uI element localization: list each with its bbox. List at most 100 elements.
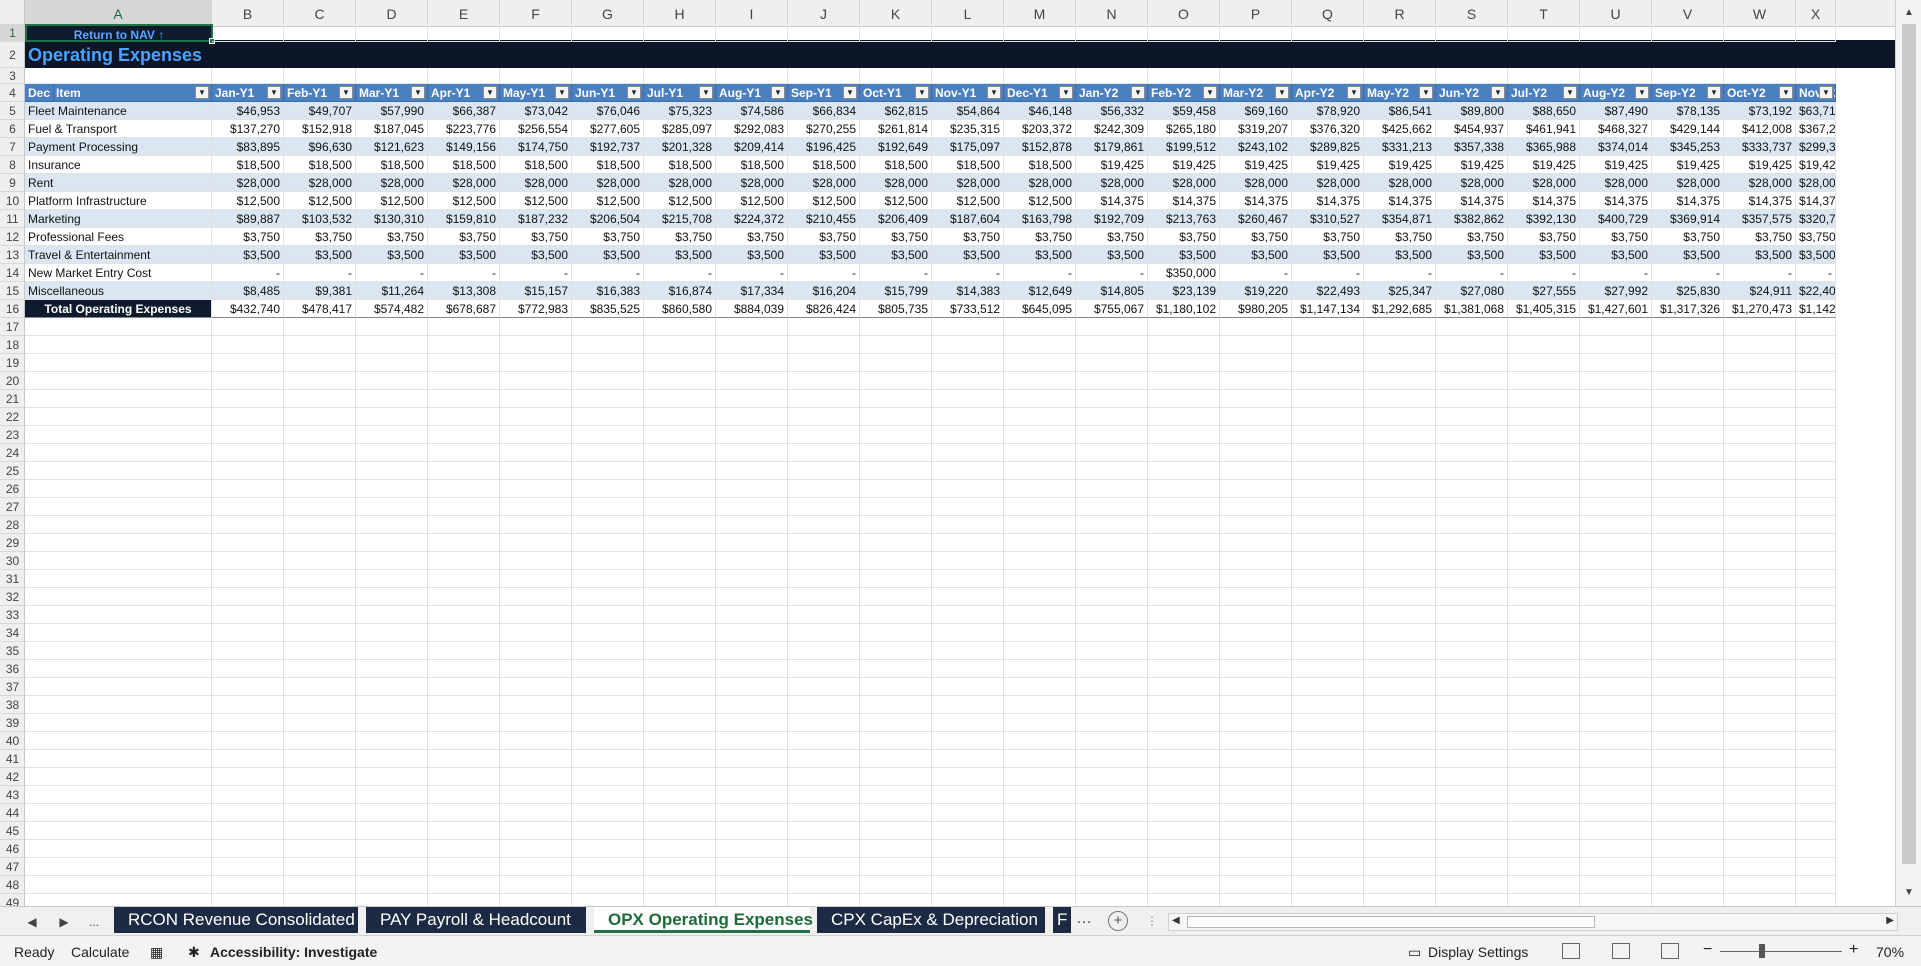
- empty-cell[interactable]: [428, 732, 500, 750]
- empty-cell[interactable]: [1148, 372, 1220, 390]
- filter-dropdown-icon[interactable]: ▼: [1275, 86, 1289, 99]
- empty-cell[interactable]: [1436, 336, 1508, 354]
- empty-cell[interactable]: [860, 606, 932, 624]
- value-cell[interactable]: $374,014: [1580, 138, 1652, 156]
- empty-cell[interactable]: [1508, 24, 1580, 42]
- value-cell[interactable]: $3,500: [1436, 246, 1508, 264]
- empty-cell[interactable]: [1508, 408, 1580, 426]
- empty-cell[interactable]: [1364, 768, 1436, 786]
- empty-cell[interactable]: [1580, 786, 1652, 804]
- row-header-38[interactable]: 38: [0, 696, 24, 714]
- empty-cell[interactable]: [1436, 68, 1508, 84]
- empty-cell[interactable]: [428, 606, 500, 624]
- empty-cell[interactable]: [284, 480, 356, 498]
- empty-cell[interactable]: [1796, 372, 1836, 390]
- empty-cell[interactable]: [1004, 660, 1076, 678]
- empty-cell[interactable]: [284, 678, 356, 696]
- empty-cell[interactable]: [25, 534, 212, 552]
- total-value-cell[interactable]: $1,142,440: [1796, 300, 1836, 318]
- empty-cell[interactable]: [284, 840, 356, 858]
- empty-cell[interactable]: [1220, 840, 1292, 858]
- empty-cell[interactable]: [1724, 786, 1796, 804]
- filter-dropdown-icon[interactable]: ▼: [1347, 86, 1361, 99]
- empty-cell[interactable]: [1148, 426, 1220, 444]
- value-cell[interactable]: $206,504: [572, 210, 644, 228]
- empty-cell[interactable]: [860, 786, 932, 804]
- empty-cell[interactable]: [284, 858, 356, 876]
- empty-cell[interactable]: [25, 354, 212, 372]
- empty-cell[interactable]: [1652, 858, 1724, 876]
- empty-cell[interactable]: [788, 68, 860, 84]
- empty-cell[interactable]: [1436, 642, 1508, 660]
- empty-cell[interactable]: [1436, 696, 1508, 714]
- empty-cell[interactable]: [788, 642, 860, 660]
- empty-cell[interactable]: [1076, 786, 1148, 804]
- empty-cell[interactable]: [788, 498, 860, 516]
- value-cell[interactable]: $14,375: [1148, 192, 1220, 210]
- empty-cell[interactable]: [644, 768, 716, 786]
- empty-cell[interactable]: [860, 714, 932, 732]
- empty-cell[interactable]: [788, 336, 860, 354]
- empty-cell[interactable]: [716, 426, 788, 444]
- empty-cell[interactable]: [1724, 660, 1796, 678]
- empty-cell[interactable]: [428, 858, 500, 876]
- empty-cell[interactable]: [1508, 642, 1580, 660]
- tab-scroll-right-icon[interactable]: ▶: [54, 913, 74, 931]
- value-cell[interactable]: $199,512: [1148, 138, 1220, 156]
- value-cell[interactable]: -: [1580, 264, 1652, 282]
- empty-cell[interactable]: [1724, 68, 1796, 84]
- empty-cell[interactable]: [1364, 534, 1436, 552]
- empty-cell[interactable]: [25, 570, 212, 588]
- empty-cell[interactable]: [500, 750, 572, 768]
- value-cell[interactable]: $163,798: [1004, 210, 1076, 228]
- empty-cell[interactable]: [716, 804, 788, 822]
- empty-cell[interactable]: [1148, 498, 1220, 516]
- empty-cell[interactable]: [25, 840, 212, 858]
- header-month[interactable]: Jun-Y2 ▼: [1436, 84, 1508, 102]
- empty-cell[interactable]: [1004, 624, 1076, 642]
- value-cell[interactable]: $28,000: [1004, 174, 1076, 192]
- select-all-corner[interactable]: [0, 0, 25, 27]
- empty-cell[interactable]: [932, 390, 1004, 408]
- empty-cell[interactable]: [212, 624, 284, 642]
- value-cell[interactable]: $14,375: [1436, 192, 1508, 210]
- empty-cell[interactable]: [25, 516, 212, 534]
- empty-cell[interactable]: [1004, 426, 1076, 444]
- value-cell[interactable]: $12,500: [1004, 192, 1076, 210]
- empty-cell[interactable]: [1724, 408, 1796, 426]
- value-cell[interactable]: $3,500: [1724, 246, 1796, 264]
- value-cell[interactable]: $392,130: [1508, 210, 1580, 228]
- value-cell[interactable]: -: [1724, 264, 1796, 282]
- empty-cell[interactable]: [1148, 822, 1220, 840]
- value-cell[interactable]: $319,207: [1220, 120, 1292, 138]
- value-cell[interactable]: $174,750: [500, 138, 572, 156]
- empty-cell[interactable]: [1292, 336, 1364, 354]
- filter-dropdown-icon[interactable]: ▼: [411, 86, 425, 99]
- empty-cell[interactable]: [428, 444, 500, 462]
- empty-cell[interactable]: [1796, 894, 1836, 906]
- empty-cell[interactable]: [1796, 822, 1836, 840]
- empty-cell[interactable]: [1004, 318, 1076, 336]
- empty-cell[interactable]: [212, 786, 284, 804]
- page-layout-view-icon[interactable]: [1612, 943, 1630, 959]
- empty-cell[interactable]: [1292, 354, 1364, 372]
- empty-cell[interactable]: [428, 372, 500, 390]
- value-cell[interactable]: -: [356, 264, 428, 282]
- empty-cell[interactable]: [212, 318, 284, 336]
- value-cell[interactable]: $310,527: [1292, 210, 1364, 228]
- empty-cell[interactable]: [1292, 858, 1364, 876]
- empty-cell[interactable]: [1292, 462, 1364, 480]
- empty-cell[interactable]: [1508, 840, 1580, 858]
- empty-cell[interactable]: [788, 660, 860, 678]
- empty-cell[interactable]: [716, 840, 788, 858]
- empty-cell[interactable]: [572, 372, 644, 390]
- empty-cell[interactable]: [1436, 318, 1508, 336]
- empty-cell[interactable]: [1148, 696, 1220, 714]
- header-month[interactable]: Dec-Y1 ▼: [1004, 84, 1076, 102]
- empty-cell[interactable]: [1292, 588, 1364, 606]
- empty-cell[interactable]: [25, 732, 212, 750]
- row-header-6[interactable]: 6: [0, 120, 24, 138]
- filter-dropdown-icon[interactable]: ▼: [1563, 86, 1577, 99]
- value-cell[interactable]: $14,383: [932, 282, 1004, 300]
- empty-cell[interactable]: [356, 336, 428, 354]
